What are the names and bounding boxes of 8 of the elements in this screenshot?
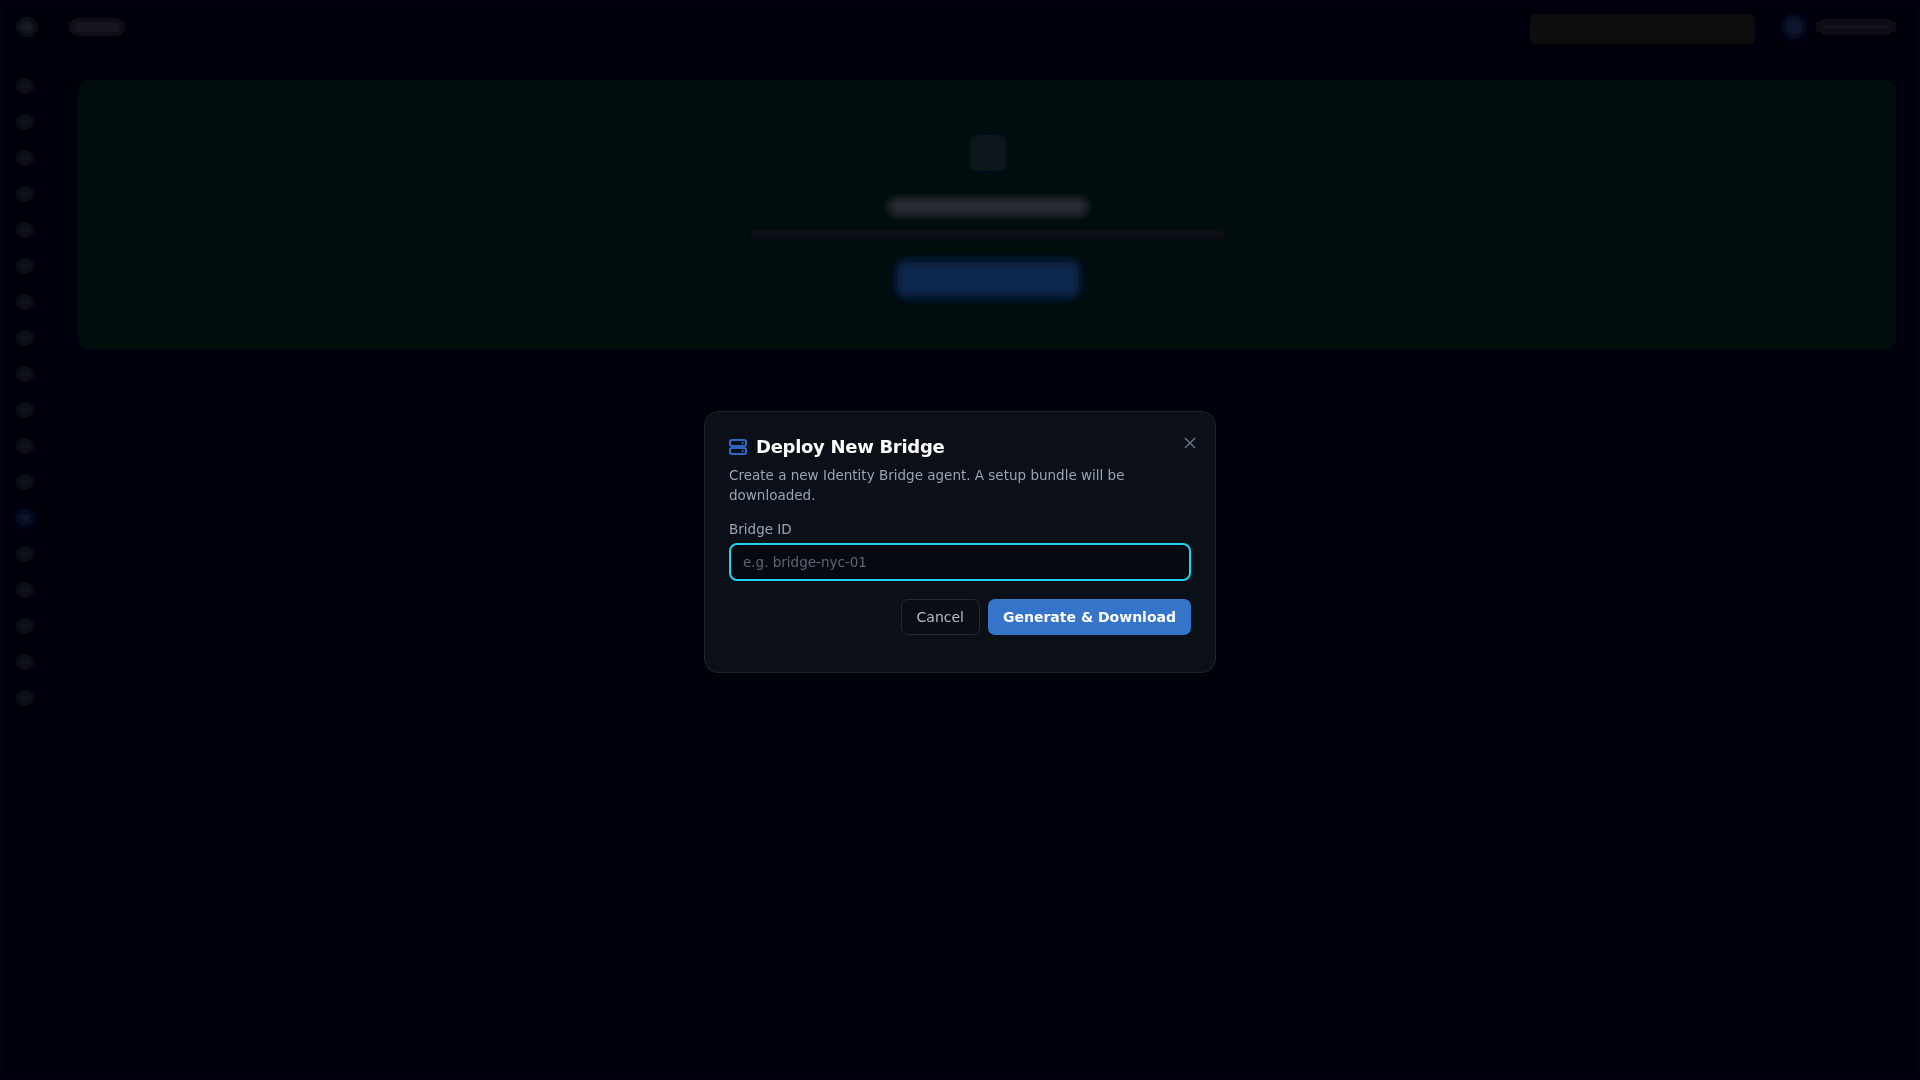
bridge-id-input-field[interactable]: e.g. bridge-nyc-01 bbox=[729, 543, 1191, 581]
dialog-description: Create a new Identity Bridge agent. A setup bundle will be downloaded. bbox=[729, 466, 1126, 505]
generate-button[interactable]: Generate & Download bbox=[988, 599, 1191, 635]
close-icon[interactable] bbox=[1183, 436, 1197, 450]
server-icon bbox=[729, 438, 747, 455]
dialog-title: Deploy New Bridge bbox=[756, 436, 945, 457]
cancel-button[interactable]: Cancel bbox=[900, 599, 980, 635]
field-label: Bridge ID bbox=[729, 521, 793, 537]
